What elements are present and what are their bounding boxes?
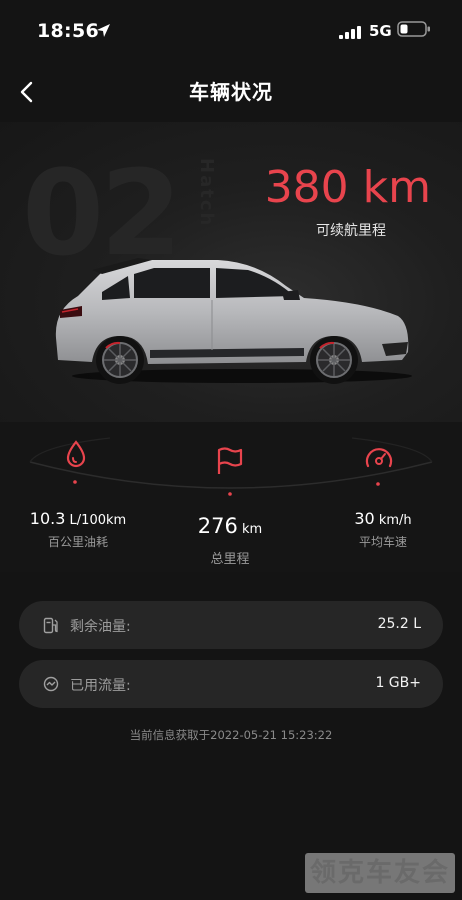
fuel-consumption-value: 10.3 L/100km [29, 509, 127, 528]
vehicle-hero: 02 Hatch 380 km 可续航里程 [0, 122, 462, 422]
forum-watermark: 领克车友会 [305, 853, 455, 893]
trip-stats: 10.3 L/100km 百公里油耗 276 km 总里程 30 km/h 平均… [0, 422, 462, 572]
background-model-word: Hatch [196, 158, 217, 228]
data-usage-icon [43, 676, 59, 696]
car-image [55, 258, 412, 384]
remaining-fuel-card: 剩余油量: 25.2 L [19, 601, 443, 649]
page-title: 车辆状况 [189, 80, 273, 104]
last-updated-timestamp: 当前信息获取于2022-05-21 15:23:22 [129, 728, 333, 742]
status-bar: 18:56 5G [0, 0, 462, 62]
fuel-pump-icon [43, 617, 59, 638]
average-speed-label: 平均车速 [358, 535, 407, 549]
remaining-fuel-value: 25.2 L [377, 616, 421, 632]
range-value: 380 km [264, 162, 431, 213]
data-usage-card: 已用流量: 1 GB+ [19, 660, 443, 708]
remaining-fuel-label: 剩余油量: [70, 619, 131, 635]
status-time: 18:56 [37, 20, 99, 42]
average-speed-value: 30 km/h [354, 509, 412, 528]
cellular-signal-icon [339, 24, 361, 43]
fuel-consumption-label: 百公里油耗 [47, 535, 108, 549]
range-label: 可续航里程 [316, 223, 386, 239]
data-usage-value: 1 GB+ [375, 675, 421, 691]
nav-bar: 车辆状况 [0, 62, 462, 122]
fuel-drop-icon [64, 440, 88, 472]
battery-icon [397, 21, 431, 41]
location-arrow-icon [96, 23, 111, 42]
total-mileage-value: 276 km [197, 514, 263, 538]
data-usage-label: 已用流量: [70, 678, 131, 694]
speedometer-icon [364, 444, 394, 474]
total-mileage-label: 总里程 [210, 552, 250, 567]
network-type: 5G [369, 22, 392, 40]
flag-icon [215, 446, 245, 480]
